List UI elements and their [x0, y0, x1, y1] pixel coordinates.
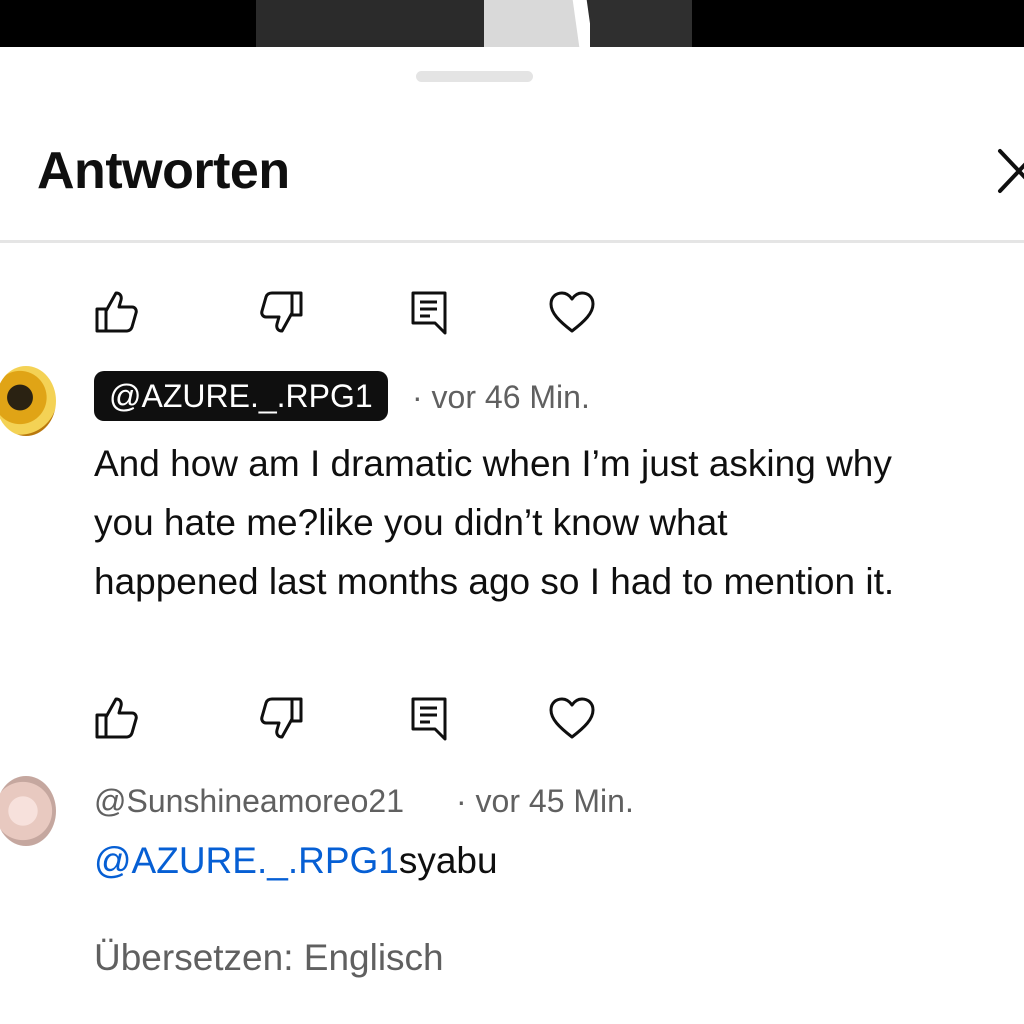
thumbs-down-icon	[260, 291, 303, 333]
drag-handle[interactable]	[416, 71, 533, 82]
like-button[interactable]	[86, 688, 146, 748]
comment-time: · vor 45 Min.	[456, 783, 634, 819]
heart-icon	[549, 291, 595, 333]
reply-button[interactable]	[398, 282, 458, 342]
heart-icon	[549, 697, 595, 739]
comment-author-handle[interactable]: @AZURE._.RPG1	[94, 371, 388, 421]
reply-button[interactable]	[398, 688, 458, 748]
thumbs-up-icon	[95, 697, 138, 739]
reply-text: syabu	[398, 840, 498, 881]
comment-time-text: vor 46 Min.	[431, 379, 590, 415]
video-preview	[0, 0, 1024, 47]
sheet-title: Antworten	[37, 142, 290, 200]
close-icon[interactable]	[994, 147, 1024, 195]
dislike-button[interactable]	[252, 688, 312, 748]
thumbs-down-icon	[260, 697, 303, 739]
comment-actions	[0, 688, 1024, 748]
comment-text: And how am I dramatic when I’m just aski…	[94, 443, 895, 602]
comment-text: @AZURE._.RPG1syabu	[94, 840, 498, 882]
mention-link[interactable]: @AZURE._.RPG1	[94, 840, 399, 881]
reply-icon	[411, 697, 447, 741]
translate-link[interactable]: Übersetzen: Englisch	[94, 937, 444, 979]
video-frame-highlight	[484, 0, 580, 47]
comment-time: · vor 46 Min.	[412, 379, 590, 415]
header-divider	[0, 240, 1024, 243]
comment-actions	[0, 282, 1024, 342]
like-button[interactable]	[86, 282, 146, 342]
heart-button[interactable]	[542, 282, 602, 342]
dislike-button[interactable]	[252, 282, 312, 342]
video-frame-shadow	[590, 0, 692, 47]
comment-author-handle[interactable]: @Sunshineamoreo21	[94, 783, 404, 820]
thumbs-up-icon	[95, 291, 138, 333]
reply-icon	[411, 291, 447, 335]
heart-button[interactable]	[542, 688, 602, 748]
comment-time-text: vor 45 Min.	[475, 783, 634, 819]
